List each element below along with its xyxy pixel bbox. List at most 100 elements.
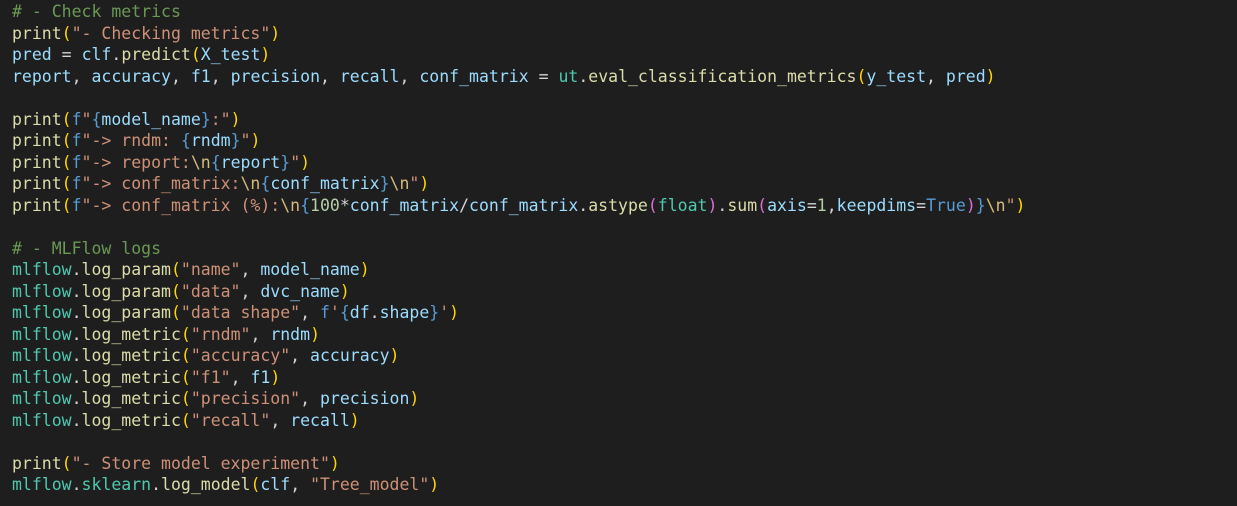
code-token-string: " [409, 174, 420, 193]
code-token-plain: , [240, 281, 261, 301]
code-token-string: "-> conf_matrix: [81, 174, 241, 193]
code-token-plain: = [806, 195, 817, 215]
code-line[interactable]: mlflow.log_param("name", model_name) [12, 259, 1237, 281]
code-line[interactable]: print("- Store model experiment") [12, 453, 1237, 475]
code-line[interactable]: # - Check metrics [12, 1, 1237, 23]
code-token-variable: model_name [260, 260, 360, 279]
code-token-bracket: ) [429, 475, 440, 494]
code-line[interactable] [12, 216, 1237, 238]
code-line[interactable]: pred = clf.predict(X_test) [12, 44, 1237, 66]
code-token-builtin: print [12, 174, 62, 193]
code-line[interactable]: mlflow.log_param("data shape", f'{df.sha… [12, 302, 1237, 324]
code-token-bracket: ) [349, 410, 360, 430]
code-token-plain: , [250, 324, 271, 344]
code-token-builtin: print [12, 131, 62, 150]
code-token-variable: X_test [200, 45, 261, 64]
code-token-string: "data shape" [180, 303, 301, 322]
code-token-plain: , [926, 66, 946, 86]
code-line[interactable] [12, 431, 1237, 453]
code-token-type: mlflow [12, 260, 72, 279]
code-token-prefix: } [200, 109, 211, 129]
code-token-bracket: ) [329, 453, 340, 473]
code-token-prefix: } [975, 195, 986, 215]
code-token-builtin: log_metric [81, 346, 181, 365]
code-token-escape: \n [190, 152, 211, 172]
code-line[interactable] [12, 87, 1237, 109]
code-token-variable: keepdims [836, 195, 917, 215]
code-line[interactable]: print(f"-> conf_matrix (%):\n{100*conf_m… [12, 195, 1237, 217]
code-token-prefix: { [180, 131, 191, 150]
code-token-bracket: ( [190, 45, 201, 64]
code-token-plain: . [151, 475, 162, 494]
code-line[interactable]: mlflow.log_metric("accuracy", accuracy) [12, 345, 1237, 367]
code-token-variable: clf [81, 45, 112, 64]
code-token-bracket: ( [250, 475, 261, 494]
code-token-number: 1 [816, 195, 827, 215]
code-token-string: ' [439, 303, 450, 322]
code-token-bracket: ) [419, 174, 430, 193]
code-token-type: mlflow [12, 389, 72, 408]
code-token-plain: . [578, 66, 589, 86]
code-token-plain: , [300, 389, 320, 408]
code-token-prefix: f [71, 195, 82, 215]
code-token-type: float [657, 195, 708, 215]
code-token-variable: clf [260, 475, 291, 494]
code-token-variable: recall [290, 410, 350, 430]
code-line[interactable]: print(f"-> conf_matrix:\n{conf_matrix}\n… [12, 173, 1237, 195]
code-token-bracket: ( [61, 109, 72, 129]
code-token-variable: accuracy [91, 66, 171, 86]
code-token-prefix: { [210, 152, 221, 172]
code-line[interactable]: report, accuracy, f1, precision, recall,… [12, 66, 1237, 88]
code-line[interactable]: mlflow.log_metric("f1", f1) [12, 367, 1237, 389]
code-line[interactable]: print(f"-> rndm: {rndm}") [12, 130, 1237, 152]
code-token-builtin: print [12, 195, 62, 215]
code-token-string: "-> conf_matrix (%): [81, 195, 281, 215]
code-token-string: "precision" [190, 389, 301, 408]
code-token-bracket: ) [300, 152, 311, 172]
code-token-bracket: ( [180, 324, 191, 344]
code-token-plain: , [210, 66, 231, 86]
code-editor[interactable]: # - Check metrics print("- Checking metri… [0, 0, 1237, 506]
code-token-builtin: log_metric [81, 389, 181, 408]
code-token-escape: \n [985, 195, 1006, 215]
code-token-variable: rndm [190, 131, 231, 150]
code-token-plain: , [290, 475, 311, 494]
code-token-bracket: ) [359, 260, 370, 279]
code-token-variable: dvc_name [260, 281, 340, 301]
code-token-bracket: ( [180, 410, 191, 430]
code-token-builtin: log_metric [81, 367, 181, 387]
code-token-variable: df [349, 303, 370, 322]
code-line[interactable]: print(f"{model_name}:") [12, 109, 1237, 131]
code-token-builtin: log_param [81, 260, 171, 279]
code-line[interactable]: mlflow.log_metric("rndm", rndm) [12, 324, 1237, 346]
code-line[interactable]: mlflow.log_metric("recall", recall) [12, 410, 1237, 432]
code-line[interactable]: print("- Checking metrics") [12, 23, 1237, 45]
code-line[interactable]: mlflow.log_metric("precision", precision… [12, 388, 1237, 410]
code-token-builtin: log_param [81, 303, 171, 322]
code-token-bracket: ( [856, 66, 867, 86]
code-token-string: "name" [180, 260, 241, 279]
code-token-bracket2: ( [647, 195, 658, 215]
code-token-builtin: log_metric [81, 324, 181, 344]
code-token-variable: y_test [866, 66, 927, 86]
code-token-plain: , [320, 66, 340, 86]
code-token-bracket: ) [270, 23, 281, 43]
code-line[interactable]: print(f"-> report:\n{report}") [12, 152, 1237, 174]
code-token-variable: precision [230, 66, 320, 86]
code-token-bracket: ( [180, 389, 191, 408]
code-line[interactable]: # - MLFlow logs [12, 238, 1237, 260]
code-token-string: " [81, 109, 92, 129]
code-line[interactable]: mlflow.log_param("data", dvc_name) [12, 281, 1237, 303]
code-token-bracket: ) [409, 389, 420, 408]
code-line[interactable]: mlflow.sklearn.log_model(clf, "Tree_mode… [12, 474, 1237, 496]
code-token-plain: . [71, 324, 82, 344]
code-token-bracket: ( [61, 453, 72, 473]
code-token-prefix: f [71, 131, 82, 150]
code-token-bracket: ) [230, 109, 241, 129]
code-token-string: " [1005, 195, 1016, 215]
code-token-variable: conf_matrix [419, 66, 529, 86]
code-token-type: mlflow [12, 303, 72, 322]
code-token-type: ut [558, 66, 579, 86]
code-token-plain: . [71, 303, 82, 322]
code-token-bracket: ( [170, 281, 181, 301]
